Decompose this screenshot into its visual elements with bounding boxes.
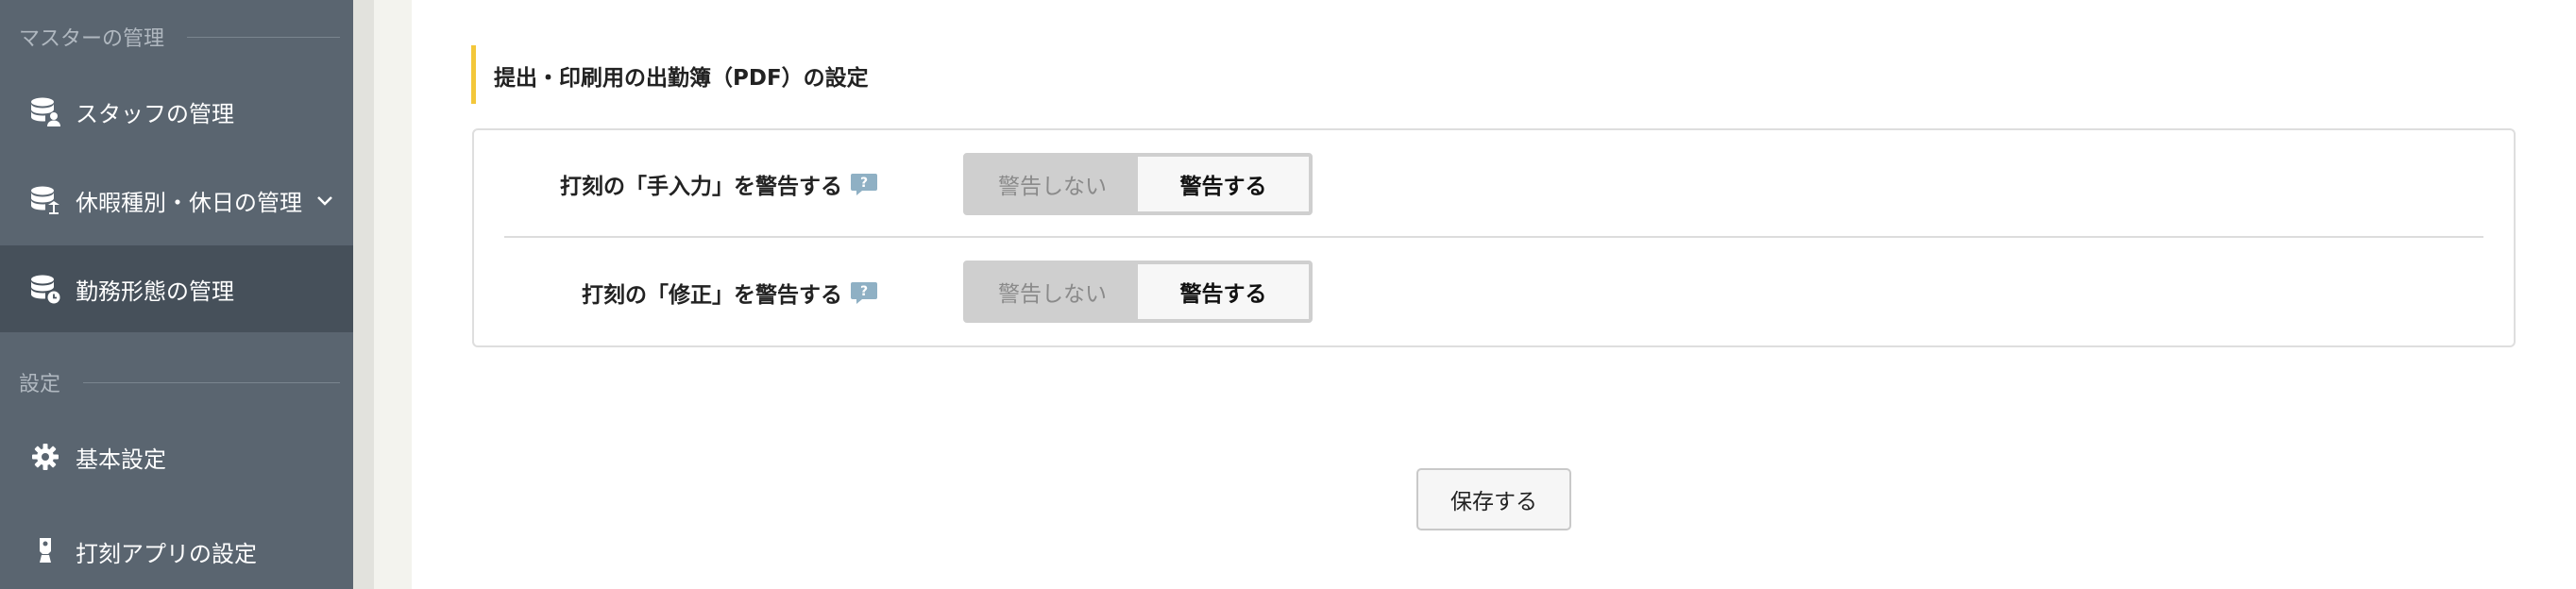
option-no-warning[interactable]: 警告しない bbox=[967, 264, 1138, 319]
sidebar-section-settings: 設定 bbox=[19, 368, 340, 396]
database-clock-icon bbox=[28, 272, 62, 306]
content-gutter bbox=[374, 0, 412, 589]
setting-label: 打刻の「修正」を警告する bbox=[582, 283, 842, 308]
sidebar-section-master: マスターの管理 bbox=[19, 23, 340, 51]
database-calendar-icon bbox=[28, 183, 62, 217]
setting-row-label-correction: 打刻の「修正」を警告する ? bbox=[582, 274, 878, 311]
help-icon[interactable]: ? bbox=[850, 172, 878, 196]
sidebar-item-work-patterns[interactable]: 勤務形態の管理 bbox=[0, 245, 353, 332]
section-divider bbox=[83, 381, 340, 383]
sidebar-item-basic-settings[interactable]: 基本設定 bbox=[0, 413, 353, 500]
settings-panel bbox=[472, 128, 2516, 347]
sidebar-item-label: 打刻アプリの設定 bbox=[76, 540, 257, 567]
stamp-app-icon bbox=[28, 534, 62, 568]
sidebar: マスターの管理 スタッフの管理 休暇種別・休日の管理 勤務形態の管理 設定 基本… bbox=[0, 0, 353, 589]
sidebar-item-stamp-app-settings[interactable]: 打刻アプリの設定 bbox=[0, 508, 353, 589]
sidebar-item-label: 勤務形態の管理 bbox=[76, 278, 234, 305]
option-no-warning[interactable]: 警告しない bbox=[967, 157, 1138, 211]
svg-text:?: ? bbox=[860, 176, 868, 191]
sidebar-section-label: マスターの管理 bbox=[19, 27, 165, 51]
section-divider bbox=[187, 36, 340, 38]
chevron-down-icon bbox=[315, 194, 334, 207]
sidebar-item-staff[interactable]: スタッフの管理 bbox=[0, 68, 353, 155]
sidebar-item-label: 基本設定 bbox=[76, 446, 166, 473]
gear-icon bbox=[28, 440, 62, 474]
sidebar-item-label: スタッフの管理 bbox=[76, 100, 234, 127]
section-title-accent bbox=[471, 45, 476, 104]
section-title: 提出・印刷用の出勤簿（PDF）の設定 bbox=[494, 66, 869, 91]
row-divider bbox=[504, 236, 2483, 238]
option-warning[interactable]: 警告する bbox=[1138, 157, 1309, 211]
sidebar-item-label: 休暇種別・休日の管理 bbox=[76, 189, 302, 216]
database-user-icon bbox=[28, 94, 62, 128]
setting-row-label-manual-input: 打刻の「手入力」を警告する ? bbox=[560, 165, 878, 203]
option-warning[interactable]: 警告する bbox=[1138, 264, 1309, 319]
toggle-manual-input-warning: 警告しない 警告する bbox=[963, 153, 1313, 215]
setting-label: 打刻の「手入力」を警告する bbox=[560, 175, 842, 199]
svg-text:?: ? bbox=[860, 284, 868, 299]
sidebar-border bbox=[353, 0, 374, 589]
sidebar-section-label: 設定 bbox=[19, 373, 61, 396]
toggle-correction-warning: 警告しない 警告する bbox=[963, 261, 1313, 323]
save-button[interactable]: 保存する bbox=[1416, 468, 1571, 530]
sidebar-item-leave-types[interactable]: 休暇種別・休日の管理 bbox=[0, 157, 353, 244]
help-icon[interactable]: ? bbox=[850, 280, 878, 305]
